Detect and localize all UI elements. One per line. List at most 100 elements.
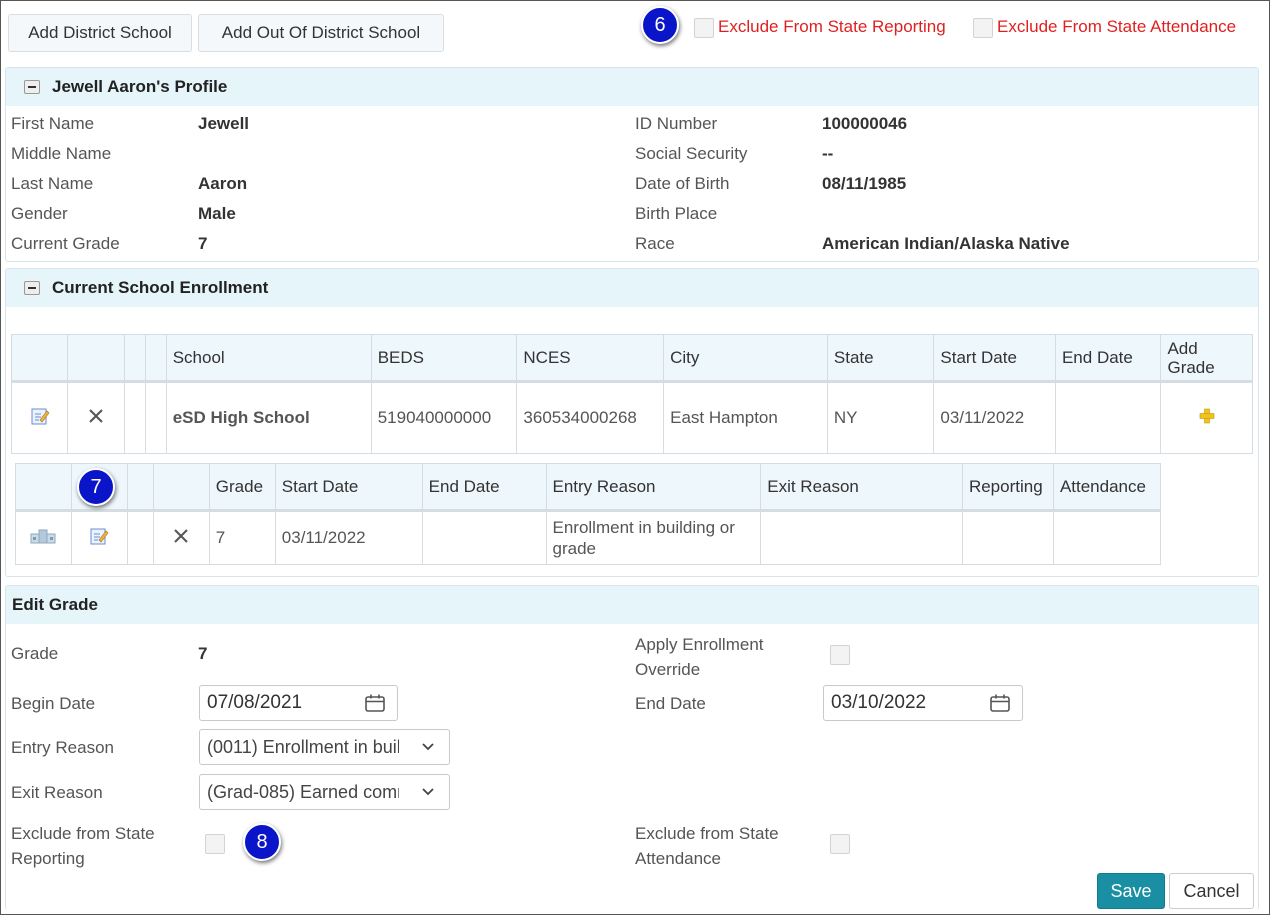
- nces-cell: 360534000268: [516, 381, 665, 454]
- callout-8: 8: [243, 823, 281, 861]
- profile-header: Jewell Aaron's Profile: [6, 68, 1258, 106]
- exclude-state-attendance-checkbox[interactable]: [973, 18, 993, 38]
- collapse-icon[interactable]: [24, 80, 40, 94]
- header-cell: [123, 334, 146, 383]
- header-entry-reason: Entry Reason: [545, 463, 762, 512]
- close-icon[interactable]: [87, 407, 105, 425]
- first-name-value: Jewell: [198, 114, 250, 133]
- header-state: State: [826, 334, 935, 383]
- social-security-value: --: [822, 144, 834, 163]
- exit-reason-value: (Grad-085) Earned commencement credentia…: [207, 781, 399, 802]
- header-cell: [144, 334, 167, 383]
- end-date-value: 03/10/2022: [831, 692, 927, 713]
- exclude-attendance-checkbox[interactable]: [830, 834, 850, 854]
- table-row: eSD High School 519040000000 36053400026…: [10, 381, 1253, 454]
- calendar-icon[interactable]: [990, 694, 1010, 712]
- header-start-date: Start Date: [274, 463, 423, 512]
- state-cell: NY: [826, 381, 935, 454]
- building-cell[interactable]: [15, 510, 72, 565]
- end-date-cell: [421, 510, 547, 565]
- exit-reason-select[interactable]: (Grad-085) Earned commencement credentia…: [199, 774, 450, 810]
- add-grade-cell[interactable]: [1160, 381, 1253, 454]
- apply-override-checkbox[interactable]: [830, 645, 850, 665]
- entry-reason-label: Entry Reason: [11, 738, 114, 757]
- attendance-cell: [1052, 510, 1162, 565]
- close-icon[interactable]: [172, 527, 190, 545]
- first-name-label: First Name: [11, 114, 95, 133]
- current-grade-value: 7: [198, 234, 208, 253]
- save-button[interactable]: Save: [1097, 873, 1165, 909]
- cancel-button[interactable]: Cancel: [1169, 873, 1254, 909]
- header-city: City: [663, 334, 828, 383]
- current-grade-label: Current Grade: [11, 234, 120, 253]
- edit-cell[interactable]: [70, 510, 128, 565]
- header-grade: Grade: [208, 463, 276, 512]
- enrollment-table: School BEDS NCES City State Start Date E…: [10, 334, 1253, 454]
- exit-reason-cell: [760, 510, 963, 565]
- grade-value: 7: [198, 644, 208, 663]
- enrollment-title: Current School Enrollment: [52, 278, 269, 297]
- callout-6: 6: [641, 6, 679, 44]
- edit-grade-section: Edit Grade: [5, 585, 1259, 910]
- header-cell: [15, 463, 72, 512]
- race-label: Race: [635, 234, 675, 253]
- header-nces: NCES: [516, 334, 665, 383]
- end-date-label: End Date: [635, 694, 706, 713]
- edit-cell[interactable]: [10, 381, 69, 454]
- city-cell: East Hampton: [663, 381, 828, 454]
- school-building-icon[interactable]: [30, 528, 56, 544]
- date-of-birth-label: Date of Birth: [635, 174, 730, 193]
- beds-cell: 519040000000: [370, 381, 518, 454]
- delete-cell[interactable]: [67, 381, 125, 454]
- add-out-of-district-school-button[interactable]: Add Out Of District School: [198, 14, 444, 52]
- date-of-birth-value: 08/11/1985: [822, 174, 907, 193]
- chevron-down-icon[interactable]: [421, 787, 435, 797]
- table-header-row: School BEDS NCES City State Start Date E…: [10, 334, 1253, 383]
- header-cell: [67, 334, 125, 383]
- header-attendance: Attendance: [1052, 463, 1162, 512]
- profile-section: Jewell Aaron's Profile: [5, 67, 1259, 262]
- header-cell: [10, 334, 69, 383]
- header-reporting: Reporting: [961, 463, 1054, 512]
- exclude-attendance-label: Exclude from State Attendance: [635, 824, 779, 868]
- exclude-reporting-checkbox[interactable]: [205, 834, 225, 854]
- grade-table: Grade Start Date End Date Entry Reason E…: [15, 463, 1162, 565]
- chevron-down-icon[interactable]: [421, 742, 435, 752]
- add-district-school-button[interactable]: Add District School: [8, 14, 192, 52]
- delete-cell[interactable]: [152, 510, 210, 565]
- table-row: 7 03/11/2022 Enrollment in building or g…: [15, 510, 1162, 565]
- collapse-icon[interactable]: [24, 281, 40, 295]
- exclude-reporting-label: Exclude from State Reporting: [11, 824, 155, 868]
- middle-name-label: Middle Name: [11, 144, 112, 163]
- plus-icon[interactable]: [1198, 407, 1216, 425]
- edit-icon[interactable]: [30, 406, 50, 426]
- grade-label: Grade: [11, 644, 59, 663]
- gender-label: Gender: [11, 204, 68, 223]
- begin-date-input[interactable]: 07/08/2021: [199, 685, 398, 721]
- entry-reason-select[interactable]: (0011) Enrollment in building or grade: [199, 729, 450, 765]
- start-date-cell: 03/11/2022: [274, 510, 423, 565]
- birth-place-label: Birth Place: [635, 204, 718, 223]
- header-beds: BEDS: [370, 334, 518, 383]
- header-end-date: End Date: [421, 463, 547, 512]
- calendar-icon[interactable]: [365, 694, 385, 712]
- begin-date-value: 07/08/2021: [207, 692, 303, 713]
- apply-override-label: Apply Enrollment Override: [635, 635, 764, 679]
- entry-reason-cell: Enrollment in building or grade: [545, 510, 762, 565]
- edit-icon[interactable]: [89, 526, 109, 546]
- exclude-state-reporting-checkbox[interactable]: [694, 18, 714, 38]
- empty-cell: [144, 381, 167, 454]
- school-cell: eSD High School: [165, 381, 372, 454]
- header-cell: [152, 463, 210, 512]
- id-number-value: 100000046: [822, 114, 908, 133]
- end-date-input[interactable]: 03/10/2022: [823, 685, 1023, 721]
- start-date-cell: 03/11/2022: [933, 381, 1056, 454]
- exclude-state-attendance-label: Exclude From State Attendance: [997, 17, 1237, 36]
- exit-reason-label: Exit Reason: [11, 783, 103, 802]
- empty-cell: [123, 381, 146, 454]
- header-school: School: [165, 334, 372, 383]
- race-value: American Indian/Alaska Native: [822, 234, 1070, 253]
- end-date-cell: [1054, 381, 1162, 454]
- social-security-label: Social Security: [635, 144, 748, 163]
- callout-7: 7: [77, 468, 115, 506]
